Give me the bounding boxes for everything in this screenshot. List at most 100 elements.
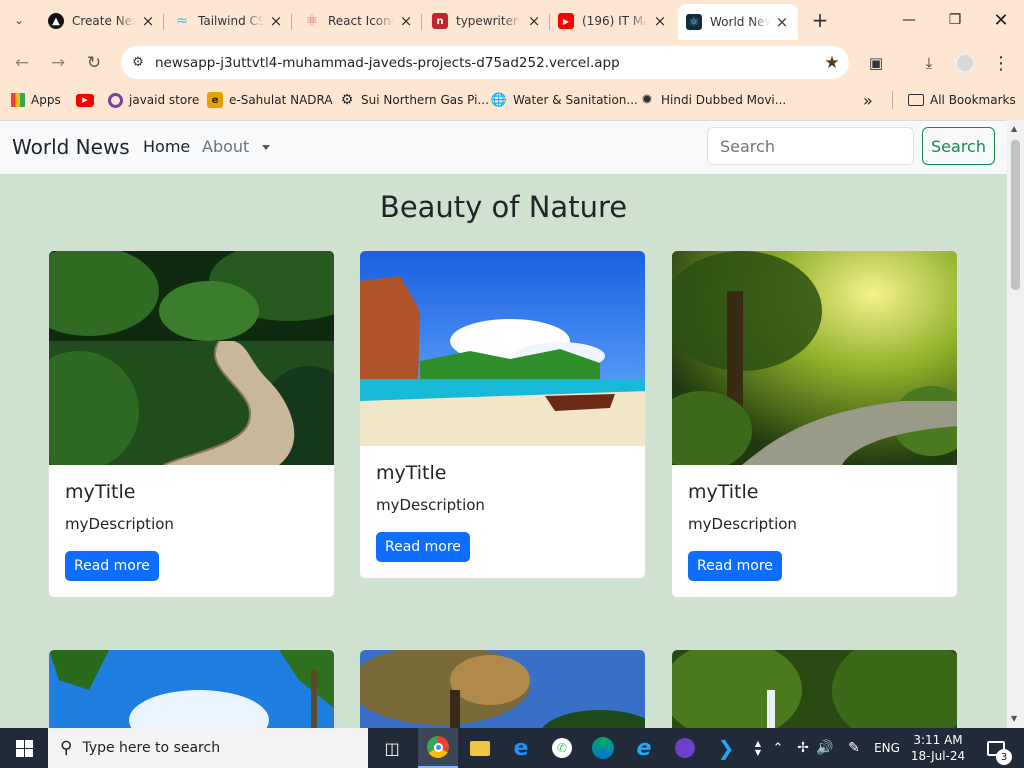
- avatar: [955, 53, 975, 73]
- bookmark-javaid-store[interactable]: javaid store: [108, 89, 199, 111]
- extensions-button[interactable]: ▣: [863, 50, 889, 76]
- tray-pen[interactable]: ✎: [842, 728, 866, 768]
- tab-youtube[interactable]: ▶ (196) IT Mastery ×: [550, 6, 676, 36]
- news-card: myTitle myDescription Read more: [48, 250, 335, 598]
- windows-logo-icon: [15, 739, 33, 757]
- card-image: [360, 650, 645, 728]
- restore-button[interactable]: ❐: [932, 4, 978, 36]
- start-button[interactable]: [0, 728, 48, 768]
- scrollbar-thumb[interactable]: [1011, 140, 1020, 290]
- minimize-icon: —: [902, 12, 916, 28]
- chevron-down-icon: ⌄: [14, 13, 24, 27]
- tray-volume[interactable]: 🔊: [814, 728, 836, 768]
- puzzle-icon: ▣: [868, 54, 884, 72]
- close-tab-icon[interactable]: ×: [398, 12, 414, 30]
- minimize-button[interactable]: —: [886, 4, 932, 36]
- nav-about-link[interactable]: About: [202, 137, 249, 156]
- taskbar-github-desktop[interactable]: [665, 728, 705, 768]
- tab-tailwind[interactable]: ≈ Tailwind CSS ×: [166, 6, 292, 36]
- tray-network[interactable]: ✢: [792, 728, 814, 768]
- address-bar[interactable]: ⚙ newsapp-j3uttvtl4-muhammad-javeds-proj…: [121, 46, 849, 79]
- card-body: myTitle myDescription Read more: [49, 465, 334, 597]
- taskbar-internet-explorer[interactable]: e: [624, 728, 664, 768]
- bookmark-esahulat[interactable]: e e-Sahulat NADRA: [207, 89, 333, 111]
- youtube-icon: ▶: [558, 13, 574, 29]
- search-button[interactable]: Search: [922, 127, 995, 165]
- task-view-button[interactable]: ◫: [372, 728, 412, 768]
- card-image: [672, 650, 957, 728]
- nav-home-link[interactable]: Home: [143, 137, 190, 156]
- notification-center[interactable]: 3: [976, 728, 1016, 768]
- url-text[interactable]: newsapp-j3uttvtl4-muhammad-javeds-projec…: [155, 55, 815, 71]
- site-brand[interactable]: World News: [12, 135, 130, 159]
- bookmark-sui-northern[interactable]: ⚙ Sui Northern Gas Pi...: [339, 89, 489, 111]
- taskbar: ⚲ Type here to search ◫ e ✆ e ❯ ▲ ▼ ⌃ ✢ 🔊…: [0, 728, 1024, 768]
- close-tab-icon[interactable]: ×: [774, 13, 790, 31]
- search-input[interactable]: [707, 127, 914, 165]
- forward-button[interactable]: →: [45, 50, 71, 76]
- card-image: [360, 251, 645, 446]
- card-title: myTitle: [688, 481, 759, 503]
- more-bookmarks-button[interactable]: »: [863, 89, 873, 111]
- tab-world-news[interactable]: ⚛ World News ×: [678, 4, 798, 40]
- language-indicator[interactable]: ENG: [870, 728, 904, 768]
- bookmarks-divider: [892, 91, 893, 109]
- speaker-icon: 🔊: [816, 740, 834, 756]
- read-more-button[interactable]: Read more: [65, 551, 159, 581]
- news-card: [48, 649, 335, 728]
- close-tab-icon[interactable]: ×: [268, 12, 284, 30]
- esahulat-icon: e: [207, 92, 223, 108]
- taskbar-edge-dev[interactable]: [583, 728, 623, 768]
- tab-typewriter[interactable]: n typewriter ×: [424, 6, 550, 36]
- tab-strip: ⌄ ▲ Create Next App × ≈ Tailwind CSS × ⚛…: [0, 0, 1024, 40]
- close-window-button[interactable]: ✕: [978, 4, 1024, 36]
- downloads-button[interactable]: ⤓: [916, 50, 942, 76]
- taskbar-chrome[interactable]: [418, 728, 458, 768]
- page-scrollbar[interactable]: ▲ ▼: [1007, 120, 1024, 728]
- tray-overflow-button[interactable]: ⌃: [768, 728, 788, 768]
- menu-button[interactable]: ⋮: [988, 50, 1014, 76]
- read-more-button[interactable]: Read more: [376, 532, 470, 562]
- bookmark-apps[interactable]: Apps: [11, 89, 61, 111]
- card-body: myTitle myDescription Read more: [360, 446, 645, 578]
- tab-create-next-app[interactable]: ▲ Create Next App ×: [40, 6, 164, 36]
- taskbar-file-explorer[interactable]: [460, 728, 500, 768]
- news-card: myTitle myDescription Read more: [359, 250, 646, 579]
- react-icons-icon: ⚛: [305, 13, 319, 29]
- scroll-down-icon[interactable]: ▼: [1011, 714, 1017, 723]
- bookmark-youtube[interactable]: ▶: [76, 89, 100, 111]
- site-info-icon[interactable]: ⚙: [121, 55, 155, 70]
- close-tab-icon[interactable]: ×: [652, 12, 668, 30]
- card-image: [49, 650, 334, 728]
- whatsapp-icon: ✆: [552, 738, 572, 758]
- taskbar-vscode[interactable]: ❯: [706, 728, 746, 768]
- tab-react-icons[interactable]: ⚛ React Icons ×: [296, 6, 422, 36]
- news-card: [671, 649, 958, 728]
- taskbar-whatsapp[interactable]: ✆: [542, 728, 582, 768]
- taskbar-edge[interactable]: e: [501, 728, 541, 768]
- back-button[interactable]: ←: [9, 50, 35, 76]
- scroll-up-icon[interactable]: ▲: [1011, 124, 1017, 133]
- plus-icon: +: [811, 8, 829, 32]
- new-tab-button[interactable]: +: [808, 8, 832, 32]
- reload-icon: ↻: [86, 53, 102, 73]
- card-description: myDescription: [376, 496, 485, 514]
- close-tab-icon[interactable]: ×: [140, 12, 156, 30]
- profile-button[interactable]: [952, 50, 978, 76]
- close-tab-icon[interactable]: ×: [526, 12, 542, 30]
- reload-button[interactable]: ↻: [81, 50, 107, 76]
- clock[interactable]: 3:11 AM 18-Jul-24: [908, 728, 968, 768]
- download-icon: ⤓: [925, 54, 933, 72]
- bookmark-water-sanitation[interactable]: 🌐 Water & Sanitation...: [491, 89, 638, 111]
- dropdown-caret-icon[interactable]: [262, 145, 270, 150]
- arrow-right-icon: →: [50, 53, 66, 73]
- card-image: [672, 251, 957, 465]
- tab-search-button[interactable]: ⌄: [6, 8, 32, 32]
- bookmark-star-icon[interactable]: ★: [815, 53, 849, 73]
- bookmark-hindi-dubbed[interactable]: ✹ Hindi Dubbed Movi...: [639, 89, 786, 111]
- taskbar-search-box[interactable]: ⚲ Type here to search: [48, 728, 368, 768]
- taskbar-scroll[interactable]: ▲ ▼: [752, 728, 764, 768]
- typewriter-icon: n: [432, 13, 448, 29]
- read-more-button[interactable]: Read more: [688, 551, 782, 581]
- all-bookmarks-button[interactable]: All Bookmarks: [908, 89, 1016, 111]
